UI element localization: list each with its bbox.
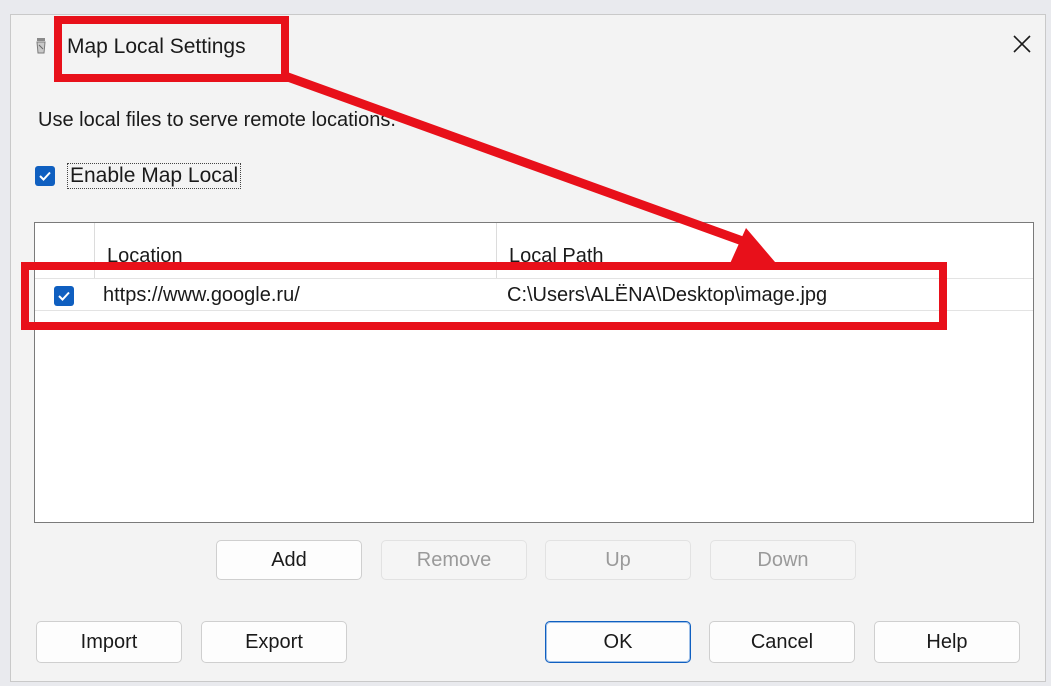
close-icon: [1012, 34, 1032, 59]
header-location[interactable]: Location: [95, 223, 497, 278]
row-location: https://www.google.ru/: [103, 284, 300, 306]
charles-jar-icon: [35, 37, 47, 55]
mappings-table: Location Local Path https://www.google.r…: [34, 222, 1034, 523]
down-button[interactable]: Down: [710, 540, 856, 580]
export-button[interactable]: Export: [201, 621, 347, 663]
header-enabled-column[interactable]: [35, 223, 95, 278]
help-button[interactable]: Help: [874, 621, 1020, 663]
map-local-settings-dialog: Map Local Settings Use local files to se…: [10, 14, 1046, 682]
dialog-description: Use local files to serve remote location…: [38, 109, 396, 131]
remove-button[interactable]: Remove: [381, 540, 527, 580]
enable-map-local-label: Enable Map Local: [67, 163, 242, 189]
table-row[interactable]: https://www.google.ru/ C:\Users\ALËNA\De…: [35, 278, 1033, 311]
cancel-button[interactable]: Cancel: [709, 621, 855, 663]
table-header: Location Local Path: [35, 223, 1033, 279]
row-local-path: C:\Users\ALËNA\Desktop\image.jpg: [507, 284, 828, 306]
checkbox-checked-icon: [35, 166, 55, 186]
import-button[interactable]: Import: [36, 621, 182, 663]
close-button[interactable]: [1005, 29, 1039, 63]
header-local-path[interactable]: Local Path: [497, 223, 1033, 278]
window-title: Map Local Settings: [67, 35, 246, 58]
title-bar: Map Local Settings: [11, 15, 1045, 81]
row-enabled-checkbox[interactable]: [54, 286, 74, 306]
add-button[interactable]: Add: [216, 540, 362, 580]
up-button[interactable]: Up: [545, 540, 691, 580]
enable-map-local-checkbox[interactable]: Enable Map Local: [35, 163, 242, 189]
ok-button[interactable]: OK: [545, 621, 691, 663]
